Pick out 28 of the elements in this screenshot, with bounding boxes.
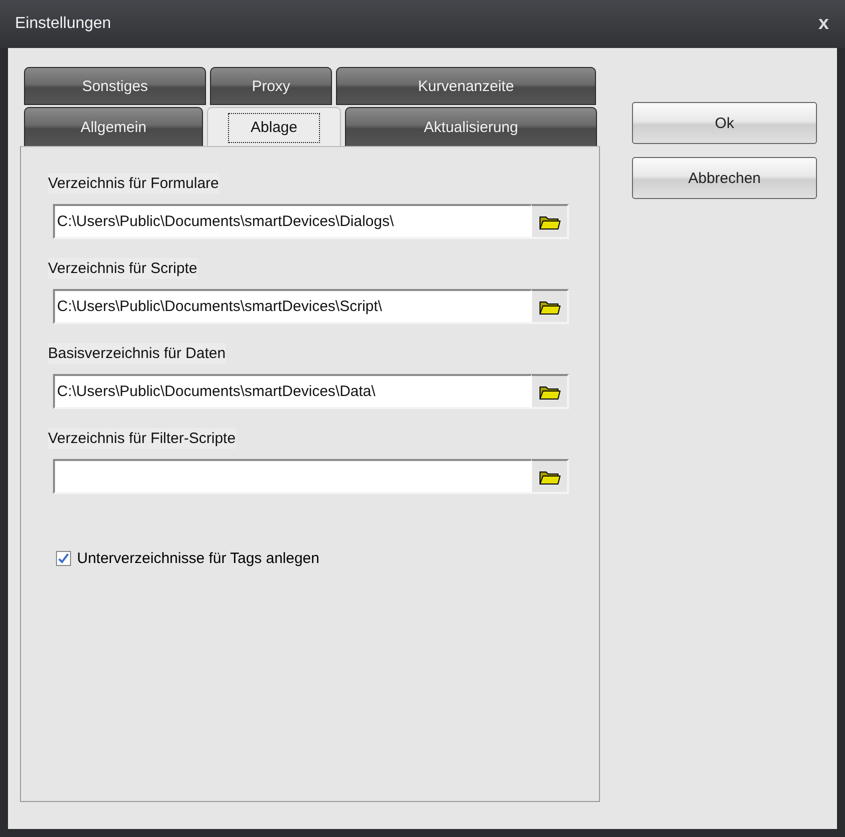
tab[interactable]: Kurvenanzeite — [336, 67, 596, 105]
path-field[interactable] — [53, 459, 531, 494]
dialog-button[interactable]: Ok — [632, 102, 817, 144]
folder-icon — [538, 384, 560, 400]
path-field[interactable]: C:\Users\Public\Documents\smartDevices\Dialogs\ — [53, 204, 531, 239]
window-title: Einstellungen — [15, 15, 112, 33]
field-label: Verzeichnis für Scripte — [48, 258, 198, 279]
dialog-button[interactable]: Abbrechen — [632, 157, 817, 199]
folder-icon — [538, 298, 560, 314]
folder-icon — [538, 214, 560, 230]
tab[interactable]: Proxy — [210, 67, 332, 105]
field-label: Basisverzeichnis für Daten — [48, 343, 226, 364]
browse-button[interactable] — [531, 289, 569, 324]
path-field[interactable]: C:\Users\Public\Documents\smartDevices\Script\ — [53, 289, 531, 324]
tab[interactable]: Aktualisierung — [345, 107, 597, 147]
field-label: Verzeichnis für Formulare — [48, 173, 219, 194]
tab[interactable]: Sonstiges — [24, 67, 206, 105]
browse-button[interactable] — [531, 459, 569, 494]
checkbox-label: Unterverzeichnisse für Tags anlegen — [77, 550, 320, 567]
tab[interactable]: Allgemein — [24, 107, 203, 147]
folder-icon — [538, 468, 560, 484]
tab[interactable]: Ablage — [207, 107, 341, 147]
checkbox[interactable] — [56, 551, 71, 566]
browse-button[interactable] — [531, 374, 569, 409]
close-button[interactable]: x — [816, 13, 831, 35]
browse-button[interactable] — [531, 204, 569, 239]
path-field[interactable]: C:\Users\Public\Documents\smartDevices\Data\ — [53, 374, 531, 409]
field-label: Verzeichnis für Filter-Scripte — [48, 428, 236, 449]
